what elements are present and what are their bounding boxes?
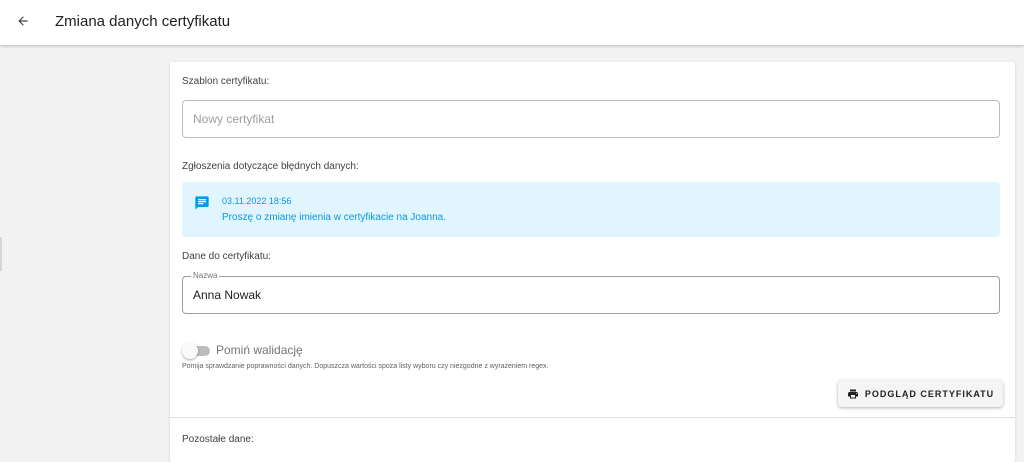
reports-section-label: Zgłoszenia dotyczące błędnych danych:	[182, 161, 359, 172]
printer-icon	[847, 389, 858, 398]
page-title: Zmiana danych certyfikatu	[55, 13, 231, 30]
skip-validation-hint: Pomija sprawdzanie poprawności danych. D…	[182, 363, 549, 370]
report-text: Proszę o zmianę imienia w certyfikacie n…	[222, 212, 446, 223]
app-header: Zmiana danych certyfikatu	[0, 0, 1024, 45]
skip-validation-toggle[interactable]	[182, 343, 212, 359]
toggle-knob	[182, 343, 198, 359]
comment-icon	[195, 196, 209, 210]
certificate-data-section-label: Dane do certyfikatu:	[182, 251, 271, 262]
template-input[interactable]	[193, 101, 983, 137]
other-data-section-label: Pozostałe dane:	[182, 434, 254, 445]
sidebar-edge	[0, 237, 2, 271]
template-field[interactable]	[182, 100, 1000, 138]
back-button[interactable]	[10, 8, 36, 34]
template-section-label: Szablon certyfikatu:	[182, 76, 270, 87]
name-field[interactable]: Nazwa	[182, 271, 1000, 314]
preview-button-label: PODGLĄD CERTYFIKATU	[864, 388, 995, 399]
skip-validation-label: Pomiń walidację	[216, 343, 303, 357]
section-divider	[170, 417, 1015, 418]
arrow-left-icon	[18, 16, 28, 26]
name-input[interactable]	[193, 277, 983, 313]
report-date: 03.11.2022 18:56	[222, 196, 292, 206]
report-item: 03.11.2022 18:56 Proszę o zmianę imienia…	[182, 182, 1000, 237]
certificate-form-card: Szablon certyfikatu: Zgłoszenia dotycząc…	[170, 62, 1015, 462]
preview-certificate-button[interactable]: PODGLĄD CERTYFIKATU	[838, 380, 1003, 407]
